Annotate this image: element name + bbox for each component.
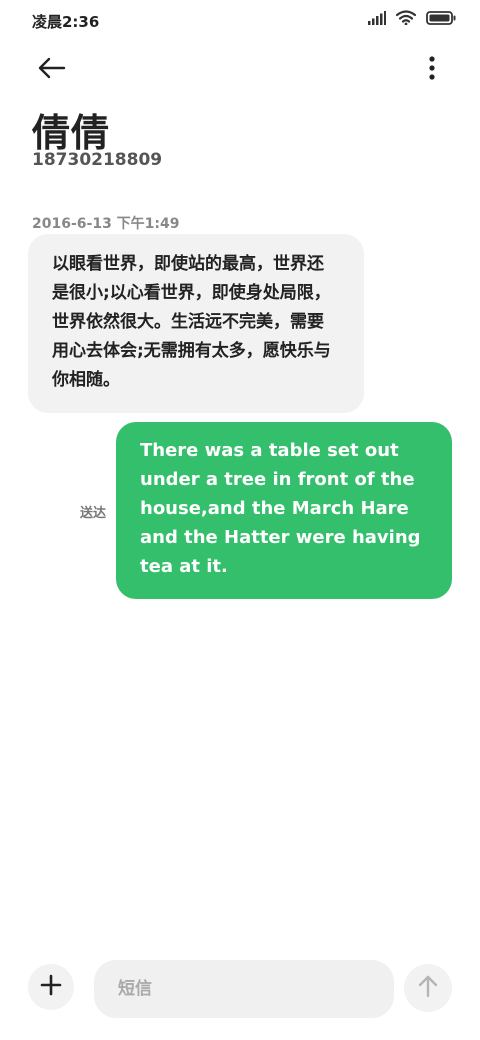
status-icons [368, 10, 456, 29]
more-options-button[interactable] [420, 52, 444, 88]
wifi-icon [395, 10, 417, 29]
signal-icon [368, 10, 386, 29]
send-arrow-up-icon [417, 974, 439, 1002]
plus-icon [40, 974, 62, 1000]
message-timestamp: 2016-6-13 下午1:49 [32, 216, 180, 232]
status-time: 凌晨2:36 [32, 13, 100, 31]
more-vert-icon [429, 56, 435, 84]
message-input[interactable] [94, 960, 394, 1018]
contact-name: 倩倩 [32, 111, 111, 155]
delivery-status-label: 送达 [80, 506, 107, 521]
back-arrow-icon [38, 57, 66, 83]
add-attachment-button[interactable] [28, 964, 74, 1010]
battery-icon [426, 10, 456, 29]
send-button[interactable] [404, 964, 452, 1012]
incoming-message-bubble[interactable]: 以眼看世界，即使站的最高，世界还是很小;以心看世界，即使身处局限，世界依然很大。… [28, 234, 364, 413]
contact-number[interactable]: 18730218809 [32, 150, 162, 170]
outgoing-message-bubble[interactable]: There was a table set out under a tree i… [116, 422, 452, 599]
back-button[interactable] [34, 52, 70, 88]
status-bar: 凌晨2:36 [0, 0, 480, 40]
